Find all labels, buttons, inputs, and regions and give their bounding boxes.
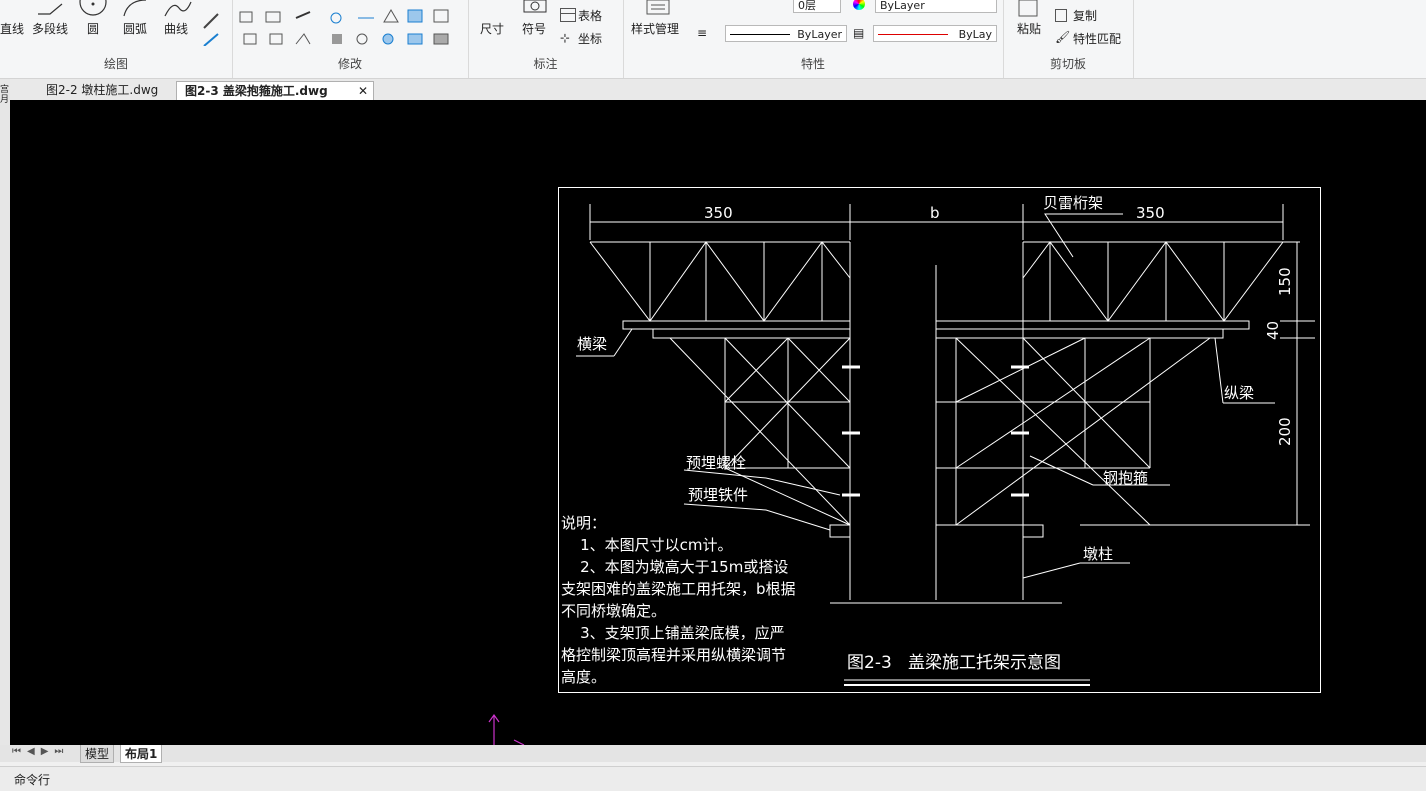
lineweight-select[interactable]: ByLay: [873, 25, 997, 42]
paste-button[interactable]: 粘贴: [1017, 20, 1041, 37]
lineweight-menu-icon[interactable]: ≡: [697, 26, 707, 40]
copy-icon: [1055, 9, 1067, 22]
properties-group-title: 特性: [800, 57, 825, 71]
clipboard-group-title: 剪切板: [1049, 57, 1086, 71]
drawing-svg: 350 b 350 150 40 200 贝雷桁架 横梁 纵梁 预埋螺栓 预埋铁…: [488, 187, 1321, 745]
note-line-2: 2、本图为墩高大于15m或搭设: [561, 558, 788, 576]
coordinate-icon: ⊹: [560, 31, 571, 45]
tab-cap-beam-label: 图2-3 盖梁抱箍施工.dwg: [185, 84, 328, 98]
dim-mid-label: b: [930, 204, 940, 222]
linetype-select[interactable]: ByLayer: [725, 25, 847, 42]
style-manager-button[interactable]: 样式管理: [631, 20, 679, 37]
command-line[interactable]: 命令行: [0, 766, 1426, 791]
truss-label: 贝雷桁架: [1043, 194, 1103, 212]
properties-group: 样式管理 0层 ByLayer ≡ ByLayer ▤ ByLay 特性: [623, 0, 1004, 78]
note-line-6: 格控制梁顶高程并采用纵横梁调节: [561, 646, 786, 664]
symbol-button[interactable]: 符号: [522, 20, 546, 37]
close-icon[interactable]: ✕: [358, 82, 368, 101]
tab-pier-column[interactable]: 图2-2 墩柱施工.dwg: [38, 81, 166, 100]
match-properties-icon: 🖌: [1055, 30, 1071, 44]
ribbon: 直线 多段线 圆 圆弧 曲线 绘图 修改 尺寸 符号 表格 ⊹ 坐标 标注 样式…: [0, 0, 1426, 79]
drawing-canvas[interactable]: 350 b 350 150 40 200 贝雷桁架 横梁 纵梁 预埋螺栓 预埋铁…: [10, 100, 1426, 745]
note-line-3: 支架困难的盖梁施工用托架，b根据: [561, 580, 796, 598]
draw-group: 直线 多段线 圆 圆弧 曲线 绘图: [0, 0, 233, 78]
bolt-label: 预埋螺栓: [686, 454, 746, 472]
left-strip-label: 宫月: [0, 85, 10, 105]
coordinate-button[interactable]: 坐标: [578, 30, 602, 47]
polyline-button[interactable]: 多段线: [32, 20, 68, 37]
line-button[interactable]: 直线: [0, 20, 24, 37]
tab-layout1[interactable]: 布局1: [120, 745, 163, 763]
ucs-icon: [488, 713, 525, 745]
polyline-icon: [38, 3, 63, 15]
arc-icon: [123, 0, 147, 17]
layout-nav-arrows[interactable]: ⏮◀▶⏭: [12, 746, 69, 757]
paste-icon: [1018, 0, 1038, 17]
note-line-7: 高度。: [561, 668, 606, 686]
tab-model[interactable]: 模型: [80, 745, 115, 763]
copy-button[interactable]: 复制: [1073, 7, 1097, 24]
draw-group-title: 绘图: [103, 57, 128, 71]
command-line-label: 命令行: [14, 773, 51, 787]
symbol-icon: [523, 0, 547, 13]
dim-150-label: 150: [1276, 267, 1294, 296]
style-manager-icon: [646, 0, 670, 15]
layer-select[interactable]: 0层: [793, 0, 841, 13]
sheet-frame: [558, 187, 1321, 693]
lineweight-icon: ▤: [853, 26, 865, 40]
dimension-button[interactable]: 尺寸: [480, 20, 504, 37]
annotate-group-title: 标注: [533, 57, 558, 71]
note-line-1: 1、本图尺寸以cm计。: [561, 536, 732, 554]
pier-label: 墩柱: [1083, 545, 1113, 563]
note-line-0: 说明：: [561, 514, 606, 532]
longbeam-label: 纵梁: [1224, 384, 1254, 402]
note-line-5: 3、支架顶上铺盖梁底模，应严: [561, 624, 785, 642]
layout-tab-bar: ⏮◀▶⏭ 模型 布局1: [0, 745, 1426, 763]
match-properties-button[interactable]: 特性匹配: [1073, 30, 1121, 47]
note-line-4: 不同桥墩确定。: [561, 602, 666, 620]
curve-button[interactable]: 曲线: [164, 20, 188, 37]
draw-extra-icons[interactable]: [200, 6, 230, 46]
document-tabs: 图2-2 墩柱施工.dwg 图2-3 盖梁抱箍施工.dwg ✕: [0, 79, 1426, 101]
modify-tools-icons[interactable]: [236, 4, 466, 48]
clipboard-group: 粘贴 复制 🖌 特性匹配 剪切板: [1003, 0, 1134, 78]
modify-group-title: 修改: [337, 57, 362, 71]
table-icon: [560, 8, 576, 22]
left-tool-strip: 宫月: [0, 79, 10, 745]
circle-icon: [79, 0, 107, 16]
drawing-caption: 图2-3 盖梁施工托架示意图: [847, 653, 1061, 673]
dim-200-label: 200: [1276, 417, 1294, 446]
dim-left-label: 350: [704, 204, 733, 222]
color-wheel-icon: [853, 0, 865, 10]
dim-right-label: 350: [1136, 204, 1165, 222]
circle-button[interactable]: 圆: [87, 20, 99, 37]
annotate-group: 尺寸 符号 表格 ⊹ 坐标 标注: [468, 0, 624, 78]
dim-40-label: 40: [1264, 321, 1282, 340]
hoop-label: 钢抱箍: [1103, 469, 1148, 487]
iron-label: 预埋铁件: [688, 486, 748, 504]
curve-icon: [164, 1, 192, 17]
modify-group: 修改: [232, 0, 469, 78]
arc-button[interactable]: 圆弧: [123, 20, 147, 37]
crossbeam-label: 横梁: [577, 335, 607, 353]
table-button[interactable]: 表格: [578, 7, 602, 24]
tab-cap-beam[interactable]: 图2-3 盖梁抱箍施工.dwg ✕: [176, 81, 374, 101]
color-select[interactable]: ByLayer: [875, 0, 997, 13]
